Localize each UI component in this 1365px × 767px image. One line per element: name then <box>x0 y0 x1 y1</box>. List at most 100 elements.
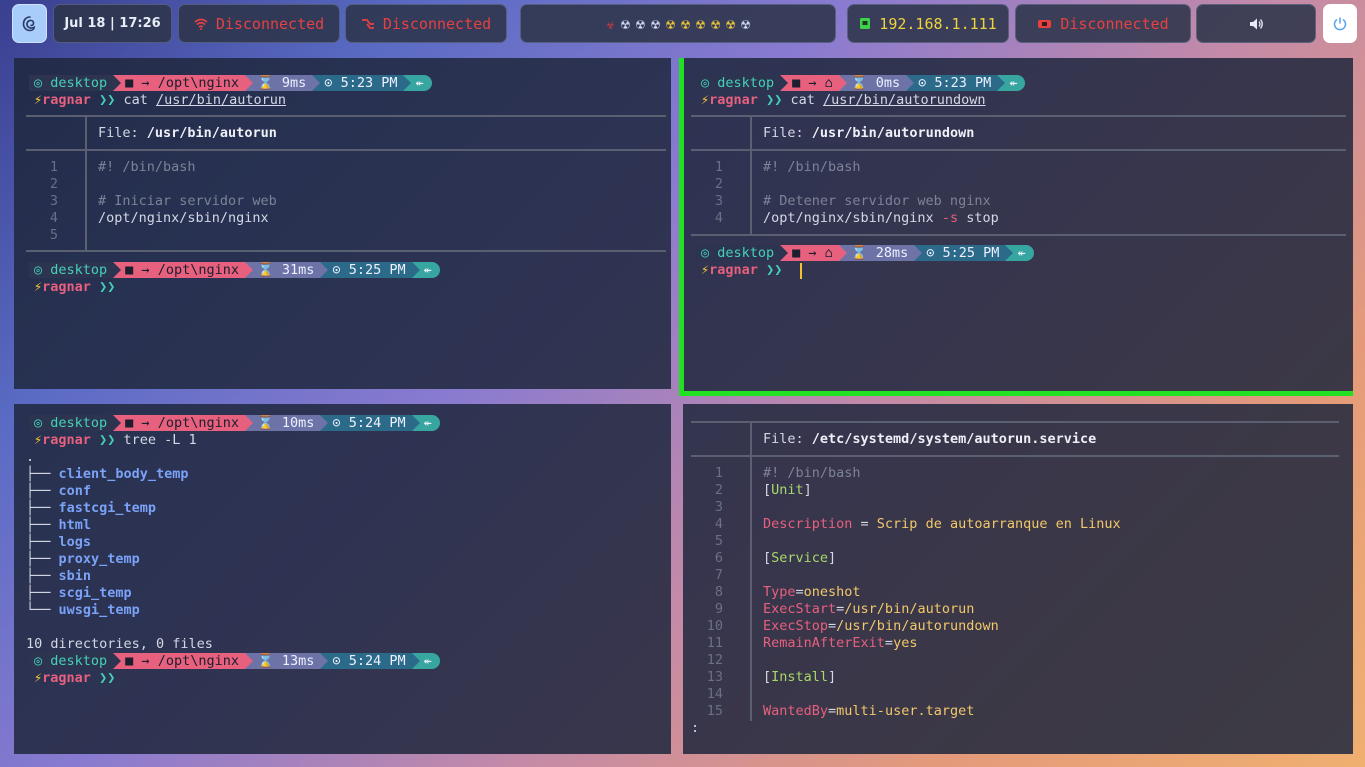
line-number: 8 <box>714 584 723 600</box>
prompt-host: ◎ desktop <box>696 245 789 261</box>
divider <box>691 421 1339 423</box>
target-status[interactable]: Disconnected <box>1015 4 1191 43</box>
debian-swirl-icon <box>22 15 35 31</box>
file-header: File: /etc/systemd/system/autorun.servic… <box>763 431 1097 447</box>
line-number: 3 <box>49 193 58 209</box>
volume-button[interactable] <box>1196 4 1316 43</box>
radiation-icon[interactable]: ☢ <box>666 15 675 33</box>
tree-item: ├── conf <box>26 483 92 499</box>
prompt-host: ◎ desktop <box>29 262 122 278</box>
line-number: 11 <box>706 635 723 651</box>
command-line: ⚡ragnar ❯❯ cat /usr/bin/autorun <box>34 92 287 108</box>
prompt-clock: ⊙ 5:24 PM <box>320 653 420 669</box>
prompt-bar: ◎ desktop ■ → /opt\nginx ⌛ 31ms ⊙ 5:25 P… <box>29 262 440 278</box>
command-line[interactable]: ⚡ragnar ❯❯ <box>701 262 782 279</box>
launcher-button[interactable] <box>12 4 47 43</box>
wifi-status[interactable]: Disconnected <box>178 4 340 43</box>
prompt-duration: ⌛ 0ms <box>838 75 915 91</box>
code-line: /opt/nginx/sbin/nginx <box>98 210 269 226</box>
line-number: 3 <box>714 193 723 209</box>
tree-item: ├── html <box>26 517 92 533</box>
line-number: 7 <box>714 567 723 583</box>
radiation-icon[interactable]: ☢ <box>621 15 630 33</box>
tree-summary: 10 directories, 0 files <box>26 636 213 652</box>
code-line: [Install] <box>763 669 837 685</box>
radiation-icon[interactable]: ☢ <box>636 15 645 33</box>
target-icon <box>1038 19 1052 28</box>
line-number: 1 <box>714 159 723 175</box>
divider <box>26 115 666 117</box>
line-number: 1 <box>714 465 723 481</box>
tree-item: ├── logs <box>26 534 92 550</box>
line-number: 9 <box>714 601 723 617</box>
radiation-icon[interactable]: ☢ <box>726 15 735 33</box>
workspaces[interactable]: ☣ ☢ ☢ ☢ ☢ ☢ ☢ ☢ ☢ ☢ <box>520 4 836 43</box>
divider <box>691 234 1346 236</box>
radiation-icon[interactable]: ☢ <box>681 15 690 33</box>
prompt-path: ■ → /opt\nginx <box>113 415 253 431</box>
text-cursor <box>800 263 802 279</box>
datetime-widget[interactable]: Jul 18 | 17:26 <box>53 4 172 43</box>
radiation-icon[interactable]: ☢ <box>741 15 750 33</box>
tree-item: ├── scgi_temp <box>26 585 132 601</box>
prompt-duration: ⌛ 9ms <box>244 75 321 91</box>
vpn-status[interactable]: Disconnected <box>345 4 507 43</box>
line-number: 10 <box>706 618 723 634</box>
terminal-pane-bottom-left[interactable]: ◎ desktop ■ → /opt\nginx ⌛ 10ms ⊙ 5:24 P… <box>14 404 671 754</box>
biohazard-icon[interactable]: ☣ <box>606 15 615 33</box>
code-line: [Unit] <box>763 482 812 498</box>
prompt-duration: ⌛ 13ms <box>244 653 329 669</box>
divider <box>26 250 666 252</box>
prompt-clock: ⊙ 5:24 PM <box>320 415 420 431</box>
line-number: 5 <box>714 533 723 549</box>
tree-item: ├── sbin <box>26 568 92 584</box>
radiation-icon[interactable]: ☢ <box>651 15 660 33</box>
divider <box>750 421 752 721</box>
datetime-text: Jul 18 | 17:26 <box>64 16 161 31</box>
line-number: 2 <box>714 482 723 498</box>
terminal-pane-top-left[interactable]: ◎ desktop ■ → /opt\nginx ⌛ 9ms ⊙ 5:23 PM… <box>14 58 671 389</box>
prompt-path: ■ → ⌂ <box>780 245 847 261</box>
prompt-host: ◎ desktop <box>29 75 122 91</box>
prompt-path: ■ → /opt\nginx <box>113 75 253 91</box>
line-number: 12 <box>706 652 723 668</box>
tree-item: ├── client_body_temp <box>26 466 189 482</box>
top-bar: Jul 18 | 17:26 Disconnected Disconnected… <box>0 0 1365 48</box>
line-number: 13 <box>706 669 723 685</box>
prompt-duration: ⌛ 28ms <box>838 245 923 261</box>
prompt-clock: ⊙ 5:25 PM <box>914 245 1014 261</box>
line-number: 4 <box>714 210 723 226</box>
vpn-icon <box>361 18 374 29</box>
file-header: File: /usr/bin/autorundown <box>763 125 975 141</box>
divider <box>691 115 1346 117</box>
vpn-status-text: Disconnected <box>382 14 492 33</box>
prompt-bar: ◎ desktop ■ → /opt\nginx ⌛ 10ms ⊙ 5:24 P… <box>29 415 440 431</box>
code-line: # Detener servidor web nginx <box>763 193 991 209</box>
terminal-pane-top-right[interactable]: ◎ desktop ■ → ⌂ ⌛ 0ms ⊙ 5:23 PM ↞ ⚡ragna… <box>679 58 1353 396</box>
file-header: File: /usr/bin/autorun <box>98 125 277 141</box>
power-icon <box>1333 17 1347 30</box>
prompt-bar: ◎ desktop ■ → ⌂ ⌛ 28ms ⊙ 5:25 PM ↞ <box>696 245 1034 261</box>
terminal-pane-bottom-right[interactable]: File: /etc/systemd/system/autorun.servic… <box>683 404 1353 754</box>
radiation-icon[interactable]: ☢ <box>711 15 720 33</box>
tree-item: ├── fastcgi_temp <box>26 500 157 516</box>
prompt-bar: ◎ desktop ■ → /opt\nginx ⌛ 13ms ⊙ 5:24 P… <box>29 653 440 669</box>
code-line: #! /bin/bash <box>763 465 861 481</box>
code-line: RemainAfterExit=yes <box>763 635 918 651</box>
pager-prompt[interactable]: : <box>691 720 699 737</box>
radiation-icon[interactable]: ☢ <box>696 15 705 33</box>
prompt-path: ■ → /opt\nginx <box>113 262 253 278</box>
prompt-host: ◎ desktop <box>696 75 789 91</box>
command-line: ⚡ragnar ❯❯ cat /usr/bin/autorundown <box>701 92 986 108</box>
prompt-host: ◎ desktop <box>29 415 122 431</box>
prompt-duration: ⌛ 31ms <box>244 262 329 278</box>
divider <box>26 149 666 151</box>
line-number: 5 <box>49 227 58 243</box>
line-number: 2 <box>714 176 723 192</box>
code-line: WantedBy=multi-user.target <box>763 703 975 719</box>
divider <box>691 149 1346 151</box>
network-card-icon <box>860 18 871 29</box>
volume-icon <box>1250 18 1263 29</box>
ip-widget[interactable]: 192.168.1.111 <box>847 4 1009 43</box>
power-button[interactable] <box>1323 4 1357 43</box>
